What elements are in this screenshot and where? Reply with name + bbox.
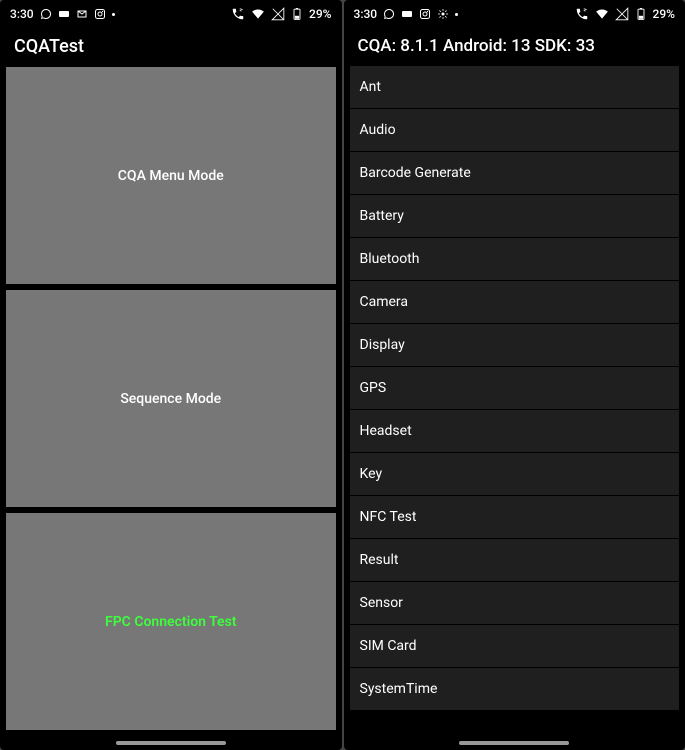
tile-label: CQA Menu Mode [118, 168, 224, 184]
tile-fpc-connection-test[interactable]: FPC Connection Test [6, 513, 336, 730]
phone-left: 3:30 [0, 0, 342, 750]
main-menu: CQA Menu Mode Sequence Mode FPC Connecti… [0, 67, 342, 730]
app-badge-icon [401, 8, 413, 20]
whatsapp-icon [383, 8, 395, 20]
battery-icon [635, 8, 647, 20]
list-item-label: Bluetooth [360, 251, 420, 267]
list-item-systemtime[interactable]: SystemTime [350, 668, 680, 710]
list-item-audio[interactable]: Audio [350, 109, 680, 152]
no-signal-icon [615, 7, 629, 21]
list-item-barcode-generate[interactable]: Barcode Generate [350, 152, 680, 195]
test-list[interactable]: Ant Audio Barcode Generate Battery Bluet… [344, 66, 685, 750]
wifi-icon [251, 7, 265, 21]
phone-right: 3:30 [344, 0, 685, 750]
list-item-headset[interactable]: Headset [350, 410, 680, 453]
list-item-gps[interactable]: GPS [350, 367, 680, 410]
list-item-label: Key [360, 466, 383, 482]
battery-percent: 29% [309, 7, 331, 21]
status-left: 3:30 [10, 7, 115, 21]
gmail-icon [76, 8, 88, 20]
list-item-label: SystemTime [360, 681, 438, 697]
nav-gesture-pill[interactable] [459, 741, 569, 745]
tile-label: FPC Connection Test [105, 614, 236, 630]
tile-label: Sequence Mode [120, 391, 221, 407]
status-bar: 3:30 [0, 0, 342, 28]
list-item-nfc-test[interactable]: NFC Test [350, 496, 680, 539]
list-item-sensor[interactable]: Sensor [350, 582, 680, 625]
tile-sequence-mode[interactable]: Sequence Mode [6, 290, 336, 507]
wifi-calling-icon [231, 7, 245, 21]
list-item-sim-card[interactable]: SIM Card [350, 625, 680, 668]
list-item-label: Headset [360, 423, 412, 439]
list-item-label: Result [360, 552, 399, 568]
wifi-calling-icon [575, 7, 589, 21]
list-item-label: Display [360, 337, 405, 353]
wifi-icon [595, 7, 609, 21]
status-time: 3:30 [354, 7, 378, 21]
status-time: 3:30 [10, 7, 34, 21]
list-item-battery[interactable]: Battery [350, 195, 680, 238]
list-item-label: NFC Test [360, 509, 417, 525]
status-bar: 3:30 [344, 0, 685, 28]
list-item-label: SIM Card [360, 638, 417, 654]
list-item-label: Audio [360, 122, 396, 138]
instagram-icon [419, 8, 431, 20]
list-item-label: Ant [360, 79, 381, 95]
list-item-label: Battery [360, 208, 404, 224]
list-item-camera[interactable]: Camera [350, 281, 680, 324]
list-item-bluetooth[interactable]: Bluetooth [350, 238, 680, 281]
list-item-label: Camera [360, 294, 409, 310]
more-notifications-dot [112, 13, 115, 16]
list-item-label: Barcode Generate [360, 165, 471, 181]
tile-cqa-menu-mode[interactable]: CQA Menu Mode [6, 67, 336, 284]
whatsapp-icon [40, 8, 52, 20]
list-item-label: Sensor [360, 595, 403, 611]
list-item-display[interactable]: Display [350, 324, 680, 367]
no-signal-icon [271, 7, 285, 21]
list-item-result[interactable]: Result [350, 539, 680, 582]
nav-gesture-pill[interactable] [116, 741, 226, 745]
battery-percent: 29% [653, 7, 675, 21]
status-right: 29% [575, 7, 675, 21]
list-item-label: GPS [360, 380, 387, 396]
list-item-ant[interactable]: Ant [350, 66, 680, 109]
instagram-icon [94, 8, 106, 20]
app-badge-icon [58, 8, 70, 20]
list-item-key[interactable]: Key [350, 453, 680, 496]
debug-icon [437, 8, 449, 20]
app-title: CQATest [0, 28, 342, 67]
status-left: 3:30 [354, 7, 459, 21]
status-right: 29% [231, 7, 331, 21]
more-notifications-dot [455, 13, 458, 16]
app-info-title: CQA: 8.1.1 Android: 13 SDK: 33 [344, 28, 685, 66]
battery-icon [291, 8, 303, 20]
